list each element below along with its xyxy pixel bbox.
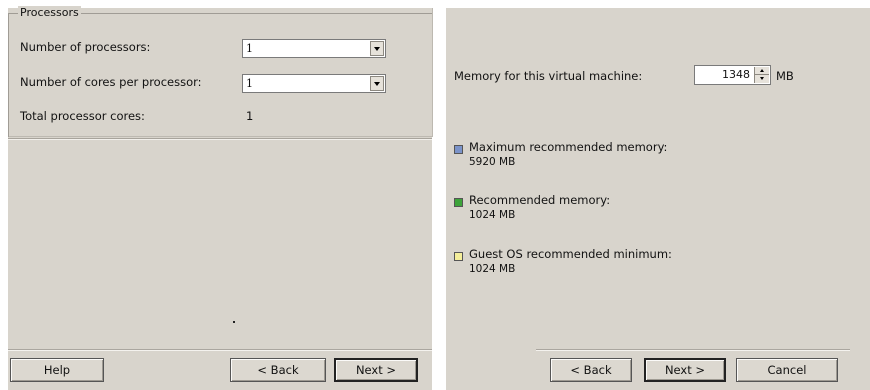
chevron-down-icon[interactable] (370, 76, 384, 91)
max-recommended-memory-label: Maximum recommended memory: (469, 140, 668, 154)
back-button[interactable]: < Back (230, 358, 326, 382)
processors-panel: Processors Number of processors: 1 Numbe… (8, 6, 433, 390)
cores-per-processor-label: Number of cores per processor: (20, 75, 202, 89)
num-processors-label: Number of processors: (20, 40, 151, 54)
memory-label: Memory for this virtual machine: (454, 69, 643, 83)
back-button[interactable]: < Back (550, 358, 632, 382)
guest-os-minimum-label: Guest OS recommended minimum: (469, 247, 672, 261)
yellow-square-icon (454, 252, 463, 261)
memory-spinbox[interactable]: 1348 (694, 65, 771, 85)
memory-value: 1348 (722, 68, 750, 81)
recommended-memory-value: 1024 MB (469, 209, 516, 221)
arrow-up-icon[interactable] (760, 69, 764, 72)
spin-arrows-icon[interactable] (754, 67, 769, 83)
memory-panel: Memory for this virtual machine: 1348 MB… (446, 8, 870, 390)
cores-per-processor-select[interactable]: 1 (242, 74, 386, 93)
help-button[interactable]: Help (10, 358, 104, 382)
num-processors-select[interactable]: 1 (242, 39, 386, 58)
blue-square-icon (454, 145, 463, 154)
arrow-down-icon[interactable] (760, 77, 764, 80)
chevron-down-icon[interactable] (370, 41, 384, 56)
memory-unit: MB (776, 69, 794, 83)
green-square-icon (454, 198, 463, 207)
max-recommended-memory-value: 5920 MB (469, 156, 516, 168)
processors-group-title: Processors (18, 6, 81, 19)
recommended-memory-label: Recommended memory: (469, 193, 611, 207)
cancel-button[interactable]: Cancel (736, 358, 838, 382)
total-cores-label: Total processor cores: (20, 109, 145, 123)
guest-os-minimum-value: 1024 MB (469, 263, 516, 275)
next-button[interactable]: Next > (644, 358, 726, 382)
num-processors-value: 1 (246, 42, 253, 55)
next-button[interactable]: Next > (334, 358, 418, 382)
total-cores-value: 1 (246, 109, 254, 123)
cores-per-processor-value: 1 (246, 77, 253, 90)
